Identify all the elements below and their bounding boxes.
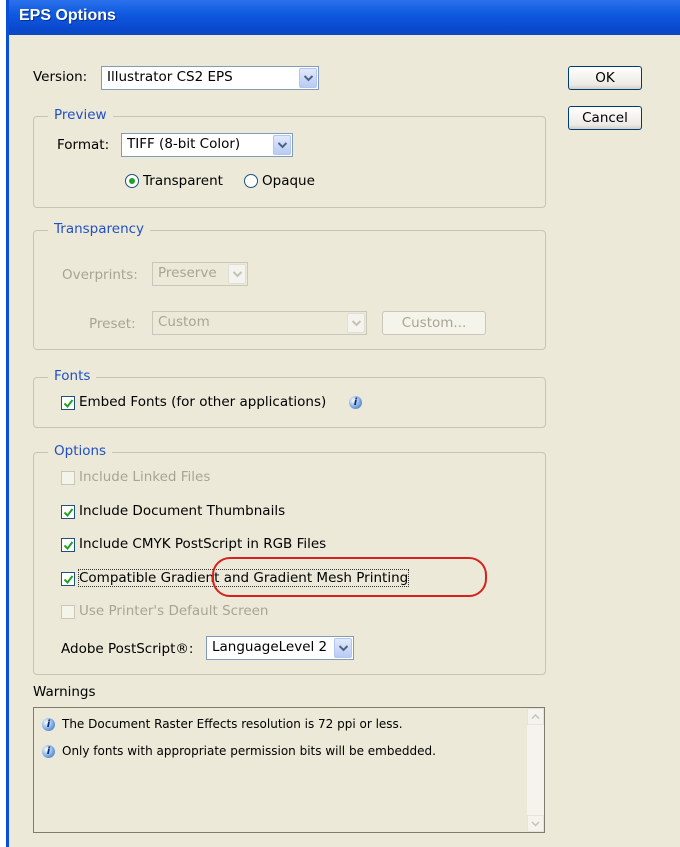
preview-group: Preview — [33, 107, 546, 208]
warnings-scrollbar[interactable] — [527, 708, 544, 832]
custom-button[interactable]: Custom... — [382, 311, 486, 335]
ok-button[interactable]: OK — [568, 66, 642, 90]
include-document-thumbnails-label[interactable]: Include Document Thumbnails — [79, 503, 285, 519]
dialog-title: EPS Options — [19, 7, 116, 24]
fonts-legend: Fonts — [48, 368, 97, 384]
transparency-legend: Transparency — [48, 221, 151, 237]
warnings-label: Warnings — [33, 684, 96, 700]
include-document-thumbnails-checkbox[interactable] — [61, 505, 75, 519]
include-cmyk-postscript-label[interactable]: Include CMYK PostScript in RGB Files — [79, 536, 326, 552]
format-value: TIFF (8-bit Color) — [127, 136, 241, 152]
preset-select[interactable]: Custom — [152, 311, 367, 335]
info-icon: i — [42, 745, 55, 758]
transparent-radio[interactable] — [125, 174, 139, 188]
chevron-down-icon — [531, 821, 540, 827]
title-bar[interactable]: EPS Options — [9, 0, 680, 35]
eps-options-dialog: EPS Options Version: Illustrator CS2 EPS… — [6, 0, 680, 847]
chevron-up-icon — [531, 713, 540, 720]
use-printers-default-screen-checkbox[interactable] — [61, 605, 75, 619]
version-label: Version: — [33, 69, 88, 85]
embed-fonts-checkbox[interactable] — [61, 396, 75, 410]
overprints-value: Preserve — [158, 265, 217, 281]
include-cmyk-postscript-checkbox[interactable] — [61, 538, 75, 552]
preset-label: Preset: — [89, 316, 136, 332]
chevron-down-icon — [347, 313, 365, 333]
chevron-down-icon — [273, 135, 291, 155]
opaque-radio-label[interactable]: Opaque — [262, 173, 315, 189]
chevron-down-icon — [299, 68, 317, 88]
format-label: Format: — [57, 137, 110, 153]
overprints-select[interactable]: Preserve — [152, 262, 248, 286]
opaque-radio[interactable] — [244, 174, 258, 188]
compatible-gradient-checkbox[interactable] — [61, 572, 75, 586]
postscript-level-value: LanguageLevel 2 — [212, 639, 328, 655]
options-legend: Options — [48, 443, 113, 459]
postscript-level-select[interactable]: LanguageLevel 2 — [206, 636, 354, 660]
warnings-box[interactable]: i The Document Raster Effects resolution… — [33, 707, 545, 833]
format-select[interactable]: TIFF (8-bit Color) — [121, 133, 293, 157]
radio-selected-dot — [129, 178, 135, 184]
info-icon[interactable]: i — [349, 396, 362, 409]
overprints-label: Overprints: — [62, 267, 138, 283]
use-printers-default-screen-label[interactable]: Use Printer's Default Screen — [79, 603, 269, 619]
chevron-down-icon — [334, 638, 352, 658]
preset-value: Custom — [158, 314, 210, 330]
cancel-button[interactable]: Cancel — [568, 106, 642, 130]
transparent-radio-label[interactable]: Transparent — [143, 173, 223, 189]
highlight-annotation — [212, 557, 487, 597]
warning-item: Only fonts with appropriate permission b… — [62, 744, 436, 758]
chevron-down-icon — [228, 264, 246, 284]
version-select[interactable]: Illustrator CS2 EPS — [101, 66, 319, 90]
include-linked-files-label[interactable]: Include Linked Files — [79, 469, 210, 485]
version-value: Illustrator CS2 EPS — [107, 69, 233, 85]
include-linked-files-checkbox[interactable] — [61, 471, 75, 485]
scroll-down-button[interactable] — [527, 815, 544, 832]
embed-fonts-label[interactable]: Embed Fonts (for other applications) — [79, 394, 326, 410]
scroll-up-button[interactable] — [527, 708, 544, 725]
postscript-label: Adobe PostScript®: — [61, 641, 194, 657]
warning-item: The Document Raster Effects resolution i… — [62, 717, 403, 731]
info-icon: i — [42, 718, 55, 731]
preview-legend: Preview — [48, 107, 113, 123]
